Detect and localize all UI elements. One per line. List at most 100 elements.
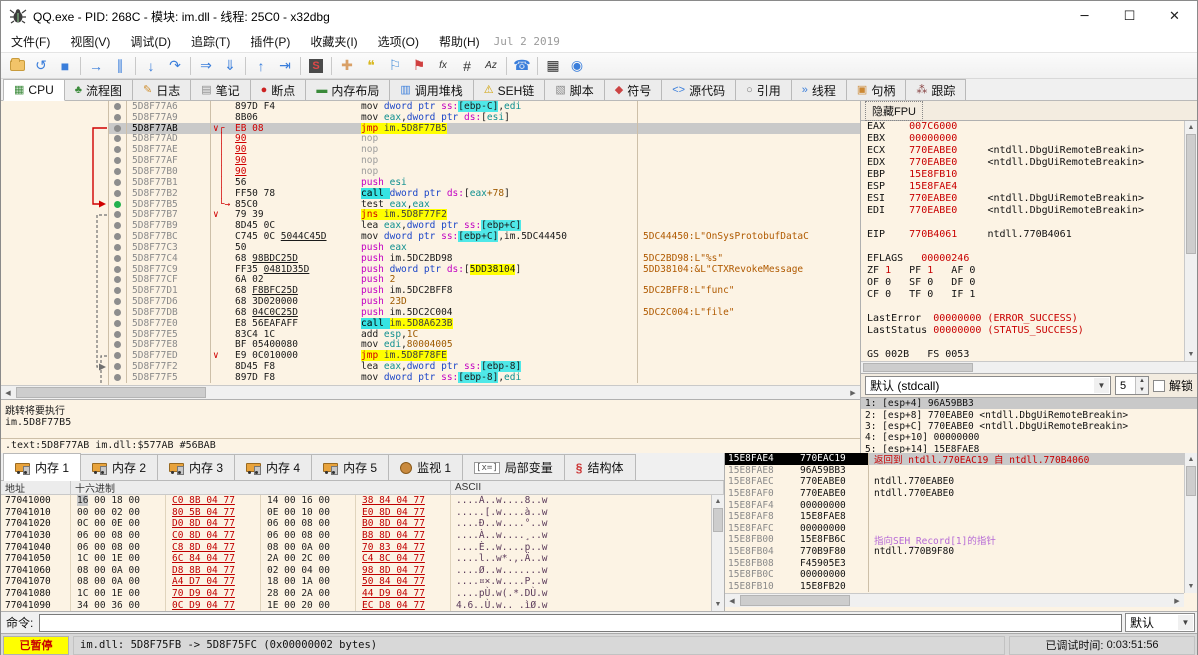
dump-row[interactable]: 77041090 34 00 36 00 0C D9 04 77 1E 00 20 0… [1, 599, 724, 611]
execute-till-return-button[interactable]: ↑ [249, 55, 273, 77]
menu-i[interactable]: 收藏夹(I) [300, 30, 367, 53]
stack-row[interactable]: 15E8FAF0 770EABE0 ntdll.770EABE0 [725, 487, 1197, 500]
register-line[interactable]: EBP 15E8FB10 [861, 169, 1197, 181]
tab-dump-4[interactable]: 内存 4 [234, 454, 313, 480]
tab-struct[interactable]: § 结构体 [563, 454, 636, 480]
comments-button[interactable]: ❝ [359, 55, 383, 77]
bullet-icon[interactable] [114, 233, 121, 241]
arguments-view[interactable]: 1: [esp+4] 96A59BB3 2: [esp+8] 770EABE0 <… [861, 397, 1197, 453]
register-line[interactable]: ZF 1 PF 1 AF 0 [861, 265, 1197, 277]
disassembly-view[interactable]: 5D8F77A6 897D F4 mov dword ptr ss:[ebp-C],… [1, 101, 860, 385]
step-over-button[interactable]: ↷ [163, 55, 187, 77]
disasm-row[interactable]: 5D8F77D1 68 F8BFC25D push im.5DC2BFF8 5DC2B… [109, 285, 860, 296]
dump-row[interactable]: 77041080 1C 00 1E 00 70 D9 04 77 28 00 2A 0… [1, 587, 724, 600]
minimize-button[interactable]: ─ [1062, 1, 1107, 31]
argument-count-stepper[interactable]: 5 ▲ ▼ [1114, 376, 1149, 395]
breakpoint-gutter[interactable] [109, 241, 127, 253]
breakpoint-gutter[interactable] [109, 372, 127, 383]
breakpoint-gutter[interactable] [109, 263, 127, 275]
register-line[interactable] [861, 337, 1197, 349]
registers-view[interactable]: ▲ ▼ EAX 007C6000 EBX 00000000 ECX 770EABE0… [861, 121, 1197, 361]
menu-v[interactable]: 视图(V) [60, 30, 120, 53]
bullet-icon[interactable] [114, 265, 121, 273]
disasm-row[interactable]: 5D8F77DB 68 04C0C25D push im.5DC2C004 5DC2C… [109, 307, 860, 318]
bullet-icon[interactable] [114, 352, 121, 360]
scroll-up-icon[interactable]: ▲ [1185, 453, 1197, 466]
scroll-down-icon[interactable]: ▼ [1185, 348, 1197, 361]
stack-hscrollbar[interactable]: ◀ ▶ [725, 593, 1184, 607]
disasm-row[interactable]: 5D8F77ED ∨ E9 0C010000 jmp im.5D8F78FE [109, 350, 860, 362]
menu-p[interactable]: 插件(P) [240, 30, 300, 53]
menu-t[interactable]: 追踪(T) [181, 30, 240, 53]
stop-button[interactable]: ■ [53, 55, 77, 77]
dump-rows[interactable]: ▲ ▼ 77041000 16 00 18 00 C0 8B 04 77 14 00 … [1, 495, 724, 611]
tab-memory-map[interactable]: ▬ 内存布局 [305, 79, 391, 100]
breakpoint-gutter[interactable] [109, 101, 127, 112]
chevron-down-icon[interactable]: ▼ [1178, 615, 1193, 630]
functions-button[interactable]: fx [431, 55, 455, 77]
scroll-thumb[interactable] [1186, 466, 1196, 496]
tab-watch-1[interactable]: 监视 1 [388, 454, 464, 480]
scroll-left-icon[interactable]: ◀ [725, 594, 739, 607]
dump-row[interactable]: 77041070 08 00 0A 00 A4 D7 04 77 18 00 1A 0… [1, 576, 724, 588]
tab-references[interactable]: ○ 引用 [735, 79, 792, 100]
register-line[interactable] [861, 301, 1197, 313]
scroll-down-icon[interactable]: ▼ [712, 598, 724, 611]
tab-cpu[interactable]: ▦ CPU [3, 79, 65, 101]
scroll-thumb[interactable] [16, 387, 206, 398]
breakpoint-gutter[interactable] [109, 209, 127, 221]
argument-row[interactable]: 2: [esp+8] 770EABE0 <ntdll.DbgUiRemoteBr… [861, 409, 1197, 421]
bullet-icon[interactable] [114, 254, 121, 262]
disasm-row[interactable]: 5D8F77B2 │ FF50 78 call dword ptr ds:[eax+… [109, 187, 860, 199]
disasm-row[interactable]: 5D8F77C4 68 98BDC25D push im.5DC2BD98 5DC2B… [109, 253, 860, 264]
labels-button[interactable]: ⚐ [383, 55, 407, 77]
stack-row[interactable]: 15E8FAE4 770EAC19 返回到 ntdll.770EAC19 自 ntd… [725, 453, 1197, 466]
chevron-down-icon[interactable]: ▼ [1093, 378, 1109, 393]
disasm-row[interactable]: 5D8F77B5 └→ 85C0 test eax,eax [109, 199, 860, 210]
argument-row[interactable]: 3: [esp+C] 770EABE0 <ntdll.DbgUiRemoteBr… [861, 421, 1197, 432]
breakpoint-gutter[interactable] [109, 155, 127, 167]
register-line[interactable]: ESP 15E8FAE4 [861, 181, 1197, 193]
disassembly-hscrollbar[interactable]: ◀ ▶ [1, 385, 860, 399]
tab-locals[interactable]: [x=] 局部变量 [462, 454, 565, 480]
scroll-up-icon[interactable]: ▲ [712, 495, 724, 508]
bullet-icon[interactable] [114, 308, 121, 316]
menu-h[interactable]: 帮助(H) [429, 30, 490, 53]
bullet-icon[interactable] [114, 135, 121, 143]
stack-row[interactable]: 15E8FB00 15E8FB6C 指向SEH_Record[1]的指针 [725, 534, 1197, 547]
registers-vscrollbar[interactable]: ▲ ▼ [1184, 121, 1197, 361]
tab-handles[interactable]: ▣ 句柄 [845, 79, 907, 100]
register-line[interactable]: EDX 770EABE0 <ntdll.DbgUiRemoteBreakin> [861, 157, 1197, 169]
breakpoint-gutter[interactable] [109, 122, 127, 134]
disasm-row[interactable]: 5D8F77B9 8D45 0C lea eax,dword ptr ss:[ebp… [109, 220, 860, 232]
argument-row[interactable]: 4: [esp+10] 00000000 [861, 432, 1197, 443]
stack-rows[interactable]: 15E8FAE4 770EAC19 返回到 ntdll.770EAC19 自 ntd… [725, 453, 1197, 593]
register-line[interactable]: EDI 770EABE0 <ntdll.DbgUiRemoteBreakin> [861, 205, 1197, 217]
bullet-icon[interactable] [114, 102, 121, 110]
close-button[interactable]: ✕ [1152, 1, 1197, 31]
disasm-row[interactable]: 5D8F77B1 │ 56 push esi [109, 177, 860, 188]
tab-dump-1[interactable]: 内存 1 [3, 453, 82, 481]
register-line[interactable] [861, 241, 1197, 253]
bullet-icon[interactable] [114, 287, 121, 295]
breakpoint-gutter[interactable] [109, 307, 127, 318]
dump-row[interactable]: 77041020 0C 00 0E 00 D0 8D 04 77 06 00 08 0… [1, 518, 724, 530]
disasm-row[interactable]: 5D8F77B0 │ 90 nop [109, 166, 860, 177]
dump-row[interactable]: 77041060 08 00 0A 00 D8 8B 04 77 02 00 04 0… [1, 564, 724, 577]
tab-seh[interactable]: ⚠ SEH链 [472, 79, 546, 100]
dump-row[interactable]: 77041030 06 00 08 00 C0 8D 04 77 06 00 08 0… [1, 529, 724, 542]
disasm-row[interactable]: 5D8F77A6 897D F4 mov dword ptr ss:[ebp-C],… [109, 101, 860, 112]
scroll-right-icon[interactable]: ▶ [846, 386, 860, 399]
tab-call-stack[interactable]: ▥ 调用堆栈 [389, 79, 474, 100]
breakpoint-gutter[interactable] [109, 296, 127, 308]
breakpoint-gutter[interactable] [109, 187, 127, 199]
animate-into-button[interactable]: ⇒ [194, 55, 218, 77]
bullet-icon[interactable] [114, 276, 121, 284]
register-line[interactable]: ECX 770EABE0 <ntdll.DbgUiRemoteBreakin> [861, 145, 1197, 157]
stack-row[interactable]: 15E8FB04 770B9F80 ntdll.770B9F80 [725, 545, 1197, 558]
disasm-row[interactable]: 5D8F77C3 50 push eax [109, 242, 860, 253]
breakpoint-gutter[interactable] [109, 274, 127, 286]
register-line[interactable]: OF 0 SF 0 DF 0 [861, 277, 1197, 289]
breakpoint-gutter[interactable] [109, 350, 127, 362]
bullet-icon[interactable] [114, 157, 121, 165]
